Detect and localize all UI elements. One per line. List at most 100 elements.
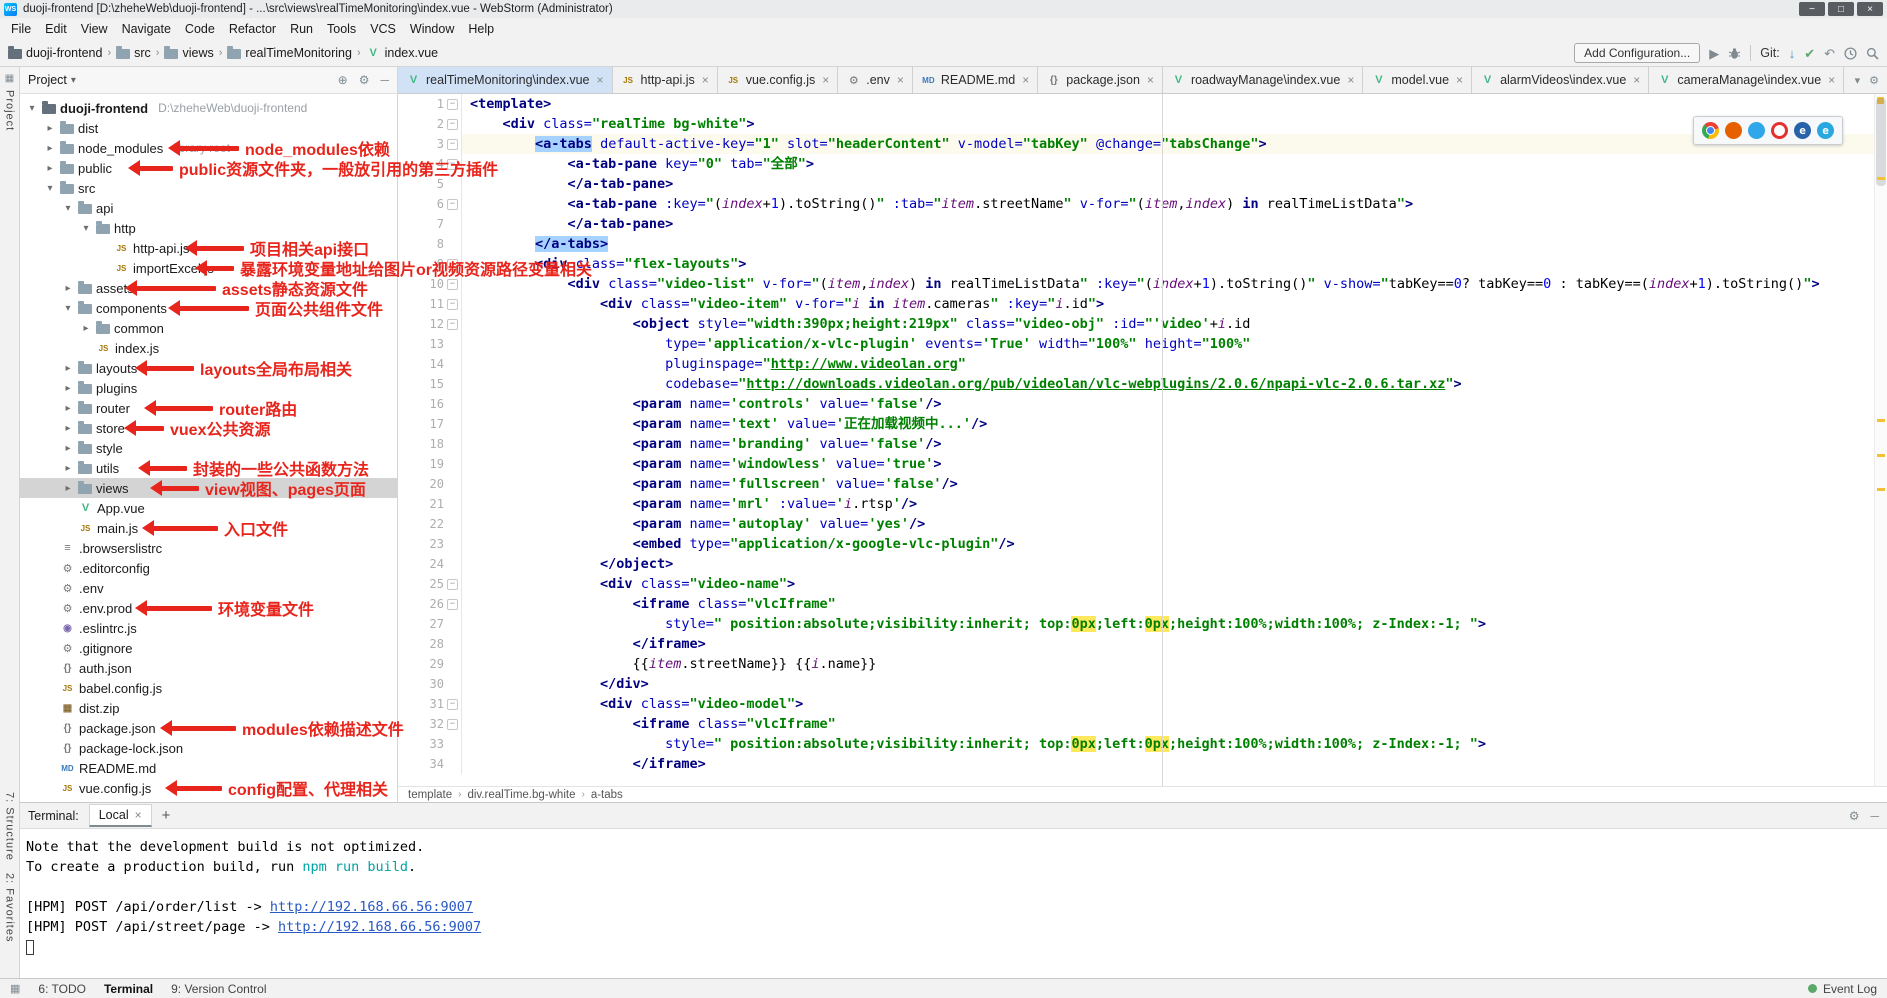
terminal-settings-icon[interactable]: ⚙ <box>1849 809 1860 823</box>
chrome-icon[interactable] <box>1702 122 1719 139</box>
todo-button[interactable]: 6: TODO <box>38 982 86 996</box>
fold-icon[interactable]: − <box>447 259 458 270</box>
code-line[interactable]: 10− <div class="video-list" v-for="(item… <box>398 274 1887 294</box>
code-line[interactable]: 13 type='application/x-vlc-plugin' event… <box>398 334 1887 354</box>
code-line[interactable]: 20 <param name='fullscreen' value='false… <box>398 474 1887 494</box>
breadcrumb-src[interactable]: src <box>116 46 151 60</box>
tree-item-importexcel-js[interactable]: JSimportExcel.js <box>20 258 397 278</box>
code-line[interactable]: 16 <param name='controls' value='false'/… <box>398 394 1887 414</box>
hide-terminal-icon[interactable]: ─ <box>1870 809 1879 823</box>
code-line[interactable]: 31− <div class="video-model"> <box>398 694 1887 714</box>
add-configuration-button[interactable]: Add Configuration... <box>1574 43 1700 63</box>
menu-item-view[interactable]: View <box>74 20 115 38</box>
tree-item-plugins[interactable]: ▸plugins <box>20 378 397 398</box>
fold-icon[interactable]: − <box>447 599 458 610</box>
menu-item-file[interactable]: File <box>4 20 38 38</box>
close-tab-icon[interactable]: × <box>1347 73 1354 87</box>
git-update-icon[interactable]: ↓ <box>1789 47 1796 60</box>
close-tab-icon[interactable]: × <box>897 73 904 87</box>
close-tab-icon[interactable]: × <box>1828 73 1835 87</box>
menu-item-tools[interactable]: Tools <box>320 20 363 38</box>
editor-tab-model-vue[interactable]: Vmodel.vue× <box>1363 67 1472 93</box>
tool-window-favorites-button[interactable]: 2: Favorites <box>4 873 16 942</box>
code-line[interactable]: 11− <div class="video-item" v-for="i in … <box>398 294 1887 314</box>
tree-item-app-vue[interactable]: VApp.vue <box>20 498 397 518</box>
code-line[interactable]: 2− <div class="realTime bg-white"> <box>398 114 1887 134</box>
project-panel-title[interactable]: Project <box>28 73 67 87</box>
code-line[interactable]: 9− <div class="flex-layouts"> <box>398 254 1887 274</box>
close-tab-icon[interactable]: × <box>1147 73 1154 87</box>
tool-window-project-button[interactable]: Project <box>4 90 16 131</box>
tree-item-dist[interactable]: ▸dist <box>20 118 397 138</box>
ie-icon[interactable]: e <box>1817 122 1834 139</box>
tree-item-http-api-js[interactable]: JShttp-api.js <box>20 238 397 258</box>
code-line[interactable]: 32− <iframe class="vlcIframe" <box>398 714 1887 734</box>
breadcrumb-realtimemonitoring[interactable]: realTimeMonitoring <box>227 46 352 60</box>
close-tab-icon[interactable]: × <box>702 73 709 87</box>
code-line[interactable]: 27 style=" position:absolute;visibility:… <box>398 614 1887 634</box>
code-editor[interactable]: 1−<template>2− <div class="realTime bg-w… <box>398 94 1887 786</box>
version-control-button[interactable]: 9: Version Control <box>171 982 266 996</box>
editor-tab-alarmvideos-index-vue[interactable]: ValarmVideos\index.vue× <box>1472 67 1649 93</box>
tab-list-icon[interactable]: ▾ <box>1855 74 1861 87</box>
tree-item-eslintrc-js[interactable]: ◉.eslintrc.js <box>20 618 397 638</box>
code-line[interactable]: 5 </a-tab-pane> <box>398 174 1887 194</box>
opera-icon[interactable] <box>1771 122 1788 139</box>
tree-item-router[interactable]: ▸router <box>20 398 397 418</box>
code-line[interactable]: 14 pluginspage="http://www.videolan.org" <box>398 354 1887 374</box>
tree-item-gitignore[interactable]: ⚙.gitignore <box>20 638 397 658</box>
tree-item-components[interactable]: ▾components <box>20 298 397 318</box>
close-tab-icon[interactable]: × <box>1633 73 1640 87</box>
tree-item-layouts[interactable]: ▸layouts <box>20 358 397 378</box>
close-tab-icon[interactable]: × <box>1022 73 1029 87</box>
close-button[interactable]: × <box>1857 2 1883 16</box>
panel-settings-icon[interactable]: ⚙ <box>359 73 370 87</box>
tree-item-package-json[interactable]: {}package.json <box>20 718 397 738</box>
editor-breadcrumb-a-tabs[interactable]: a-tabs <box>591 789 623 801</box>
search-everywhere-icon[interactable] <box>1866 47 1879 60</box>
editor-tab-http-api-js[interactable]: JShttp-api.js× <box>613 67 718 93</box>
tree-item-node-modules[interactable]: ▸node_moduleslibrary root <box>20 138 397 158</box>
editor-tab-env[interactable]: ⚙.env× <box>838 67 913 93</box>
code-line[interactable]: 6− <a-tab-pane :key="(index+1).toString(… <box>398 194 1887 214</box>
menu-item-run[interactable]: Run <box>283 20 320 38</box>
close-tab-icon[interactable]: × <box>1456 73 1463 87</box>
hide-panel-icon[interactable]: ─ <box>380 73 389 87</box>
tree-item-env-prod[interactable]: ⚙.env.prod <box>20 598 397 618</box>
scrollbar-thumb[interactable] <box>1876 98 1886 186</box>
tree-item-common[interactable]: ▸common <box>20 318 397 338</box>
tree-item-style[interactable]: ▸style <box>20 438 397 458</box>
fold-icon[interactable]: − <box>447 319 458 330</box>
tree-item-main-js[interactable]: JSmain.js <box>20 518 397 538</box>
fold-icon[interactable]: − <box>447 119 458 130</box>
fold-icon[interactable]: − <box>447 719 458 730</box>
code-line[interactable]: 33 style=" position:absolute;visibility:… <box>398 734 1887 754</box>
tree-item-utils[interactable]: ▸utils <box>20 458 397 478</box>
tree-item-http[interactable]: ▾http <box>20 218 397 238</box>
menu-item-edit[interactable]: Edit <box>38 20 74 38</box>
code-line[interactable]: 26− <iframe class="vlcIframe" <box>398 594 1887 614</box>
editor-tab-roadwaymanage-index-vue[interactable]: VroadwayManage\index.vue× <box>1163 67 1363 93</box>
run-icon[interactable]: ▶ <box>1709 47 1719 60</box>
new-terminal-icon[interactable]: + <box>162 807 171 824</box>
editor-tab-realtimemonitoring-index-vue[interactable]: VrealTimeMonitoring\index.vue× <box>398 67 613 93</box>
menu-item-code[interactable]: Code <box>178 20 222 38</box>
tree-item-editorconfig[interactable]: ⚙.editorconfig <box>20 558 397 578</box>
code-line[interactable]: 23 <embed type="application/x-google-vlc… <box>398 534 1887 554</box>
menu-item-vcs[interactable]: VCS <box>363 20 403 38</box>
editor-tab-readme-md[interactable]: MDREADME.md× <box>913 67 1038 93</box>
locate-file-icon[interactable]: ⊕ <box>338 73 348 87</box>
code-line[interactable]: 28 </iframe> <box>398 634 1887 654</box>
debug-icon[interactable] <box>1728 47 1741 60</box>
firefox-icon[interactable] <box>1725 122 1742 139</box>
fold-icon[interactable]: − <box>447 199 458 210</box>
fold-icon[interactable]: − <box>447 579 458 590</box>
tree-item-dist-zip[interactable]: ▦dist.zip <box>20 698 397 718</box>
terminal-button[interactable]: Terminal <box>104 982 153 996</box>
tree-item-browserslistrc[interactable]: ≡.browserslistrc <box>20 538 397 558</box>
tree-item-package-lock-json[interactable]: {}package-lock.json <box>20 738 397 758</box>
fold-icon[interactable]: − <box>447 99 458 110</box>
code-line[interactable]: 18 <param name='branding' value='false'/… <box>398 434 1887 454</box>
terminal-tab-local[interactable]: Local × <box>89 804 152 827</box>
tool-windows-icon[interactable]: ▦ <box>10 982 20 995</box>
